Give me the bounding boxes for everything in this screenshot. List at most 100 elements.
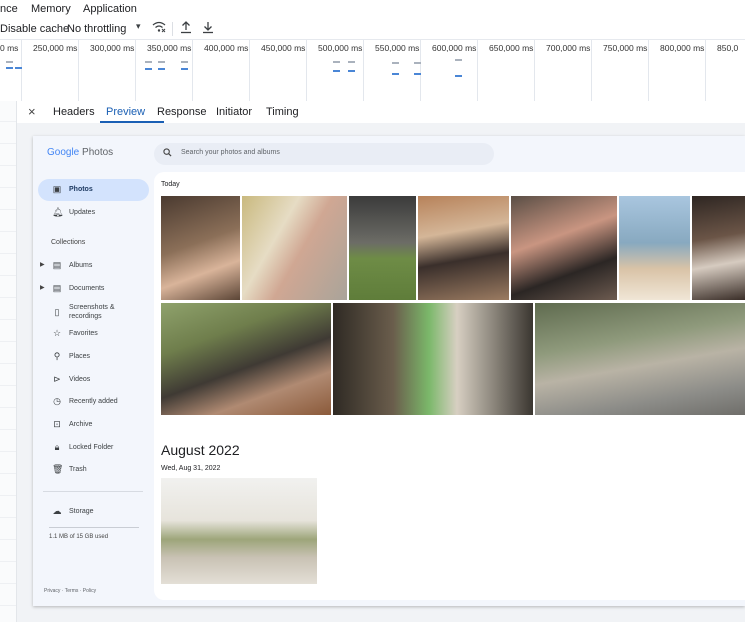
list-row-divider <box>0 517 16 518</box>
list-row-divider <box>0 143 16 144</box>
list-row-divider <box>0 495 16 496</box>
grid-line <box>192 40 193 101</box>
section-header-month: August 2022 <box>161 442 240 458</box>
sidebar-item-label: Storage <box>69 508 94 515</box>
time-tick: 0 ms <box>0 43 19 53</box>
download-icon[interactable] <box>202 20 214 37</box>
request-bar <box>414 62 421 64</box>
request-bar <box>414 73 421 75</box>
logo-google-text: Google <box>47 147 80 158</box>
sidebar-item-videos[interactable]: ⊳ Videos <box>38 369 149 391</box>
google-photos-preview: Google Photos Search your photos and alb… <box>33 136 745 606</box>
photo-thumbnail[interactable] <box>535 303 745 415</box>
request-bar <box>455 59 462 61</box>
footer-links[interactable]: Privacy · Terms · Policy <box>44 588 96 594</box>
panel-tab-performance[interactable]: nce <box>0 3 18 15</box>
sidebar-item-locked-folder[interactable]: 🔒︎ Locked Folder <box>38 437 149 459</box>
sidebar-item-photos[interactable]: ▣ Photos <box>38 179 149 201</box>
sidebar-item-trash[interactable]: 🗑︎ Trash <box>38 459 149 481</box>
sidebar-item-albums[interactable]: ▶ ▤ Albums <box>38 255 149 277</box>
sidebar-item-label: Screenshots & recordings <box>69 304 115 320</box>
sidebar-item-updates[interactable]: 🔔︎ Updates <box>38 202 149 224</box>
tab-headers[interactable]: Headers <box>53 106 95 118</box>
sidebar-item-storage[interactable]: ☁ Storage <box>38 501 149 523</box>
time-tick: 500,000 ms <box>318 43 363 53</box>
photo-thumbnail[interactable] <box>349 196 416 300</box>
throttling-select[interactable]: No throttling <box>67 23 126 35</box>
panel-tab-memory[interactable]: Memory <box>31 3 71 15</box>
time-tick: 300,000 ms <box>90 43 135 53</box>
disable-cache-checkbox[interactable]: Disable cache <box>0 23 69 35</box>
photo-thumbnail[interactable] <box>161 303 331 415</box>
network-timeline-overview[interactable]: 0 ms 250,000 ms 300,000 ms 350,000 ms 40… <box>0 40 745 102</box>
photo-icon: ▣ <box>52 184 62 194</box>
photo-thumbnail[interactable] <box>511 196 617 300</box>
sidebar-item-label: Trash <box>69 466 87 473</box>
tab-initiator[interactable]: Initiator <box>216 106 252 118</box>
grid-line <box>705 40 706 101</box>
search-bar[interactable]: Search your photos and albums <box>154 143 494 165</box>
photo-thumbnail[interactable] <box>242 196 347 300</box>
request-bar <box>348 70 355 72</box>
gp-content: Today August 2022 Wed, Aug 31, 2022 <box>154 172 745 600</box>
tab-timing[interactable]: Timing <box>266 106 299 118</box>
request-list[interactable] <box>0 101 17 622</box>
photo-thumbnail[interactable] <box>619 196 690 300</box>
list-row-divider <box>0 187 16 188</box>
request-bar <box>455 75 462 77</box>
grid-line <box>420 40 421 101</box>
chevron-right-icon[interactable]: ▶ <box>40 284 45 291</box>
sidebar-item-archive[interactable]: ⊡ Archive <box>38 414 149 436</box>
tab-response[interactable]: Response <box>157 106 207 118</box>
photo-thumbnail[interactable] <box>333 303 533 415</box>
time-tick: 400,000 ms <box>204 43 249 53</box>
list-row-divider <box>0 363 16 364</box>
sidebar-item-documents[interactable]: ▶ ▤ Documents <box>38 278 149 300</box>
photo-thumbnail[interactable] <box>161 196 240 300</box>
list-row-divider <box>0 319 16 320</box>
time-tick: 250,000 ms <box>33 43 78 53</box>
list-row-divider <box>0 165 16 166</box>
close-icon[interactable]: × <box>28 104 36 119</box>
photo-thumbnail[interactable] <box>418 196 509 300</box>
network-toolbar: Disable cache No throttling ▾ <box>0 19 745 40</box>
list-row-divider <box>0 451 16 452</box>
grid-line <box>534 40 535 101</box>
sidebar-item-label: Recently added <box>69 398 118 405</box>
panel-tab-application[interactable]: Application <box>83 3 137 15</box>
google-photos-logo[interactable]: Google Photos <box>47 147 113 158</box>
sidebar-item-favorites[interactable]: ☆ Favorites <box>38 323 149 345</box>
request-bar <box>181 61 188 63</box>
grid-line <box>21 40 22 101</box>
grid-line <box>363 40 364 101</box>
storage-meter <box>49 527 139 528</box>
cloud-icon: ☁ <box>52 506 62 516</box>
logo-photos-text: Photos <box>79 147 114 158</box>
request-bar <box>6 67 13 69</box>
time-tick: 550,000 ms <box>375 43 420 53</box>
document-icon: ▤ <box>52 283 62 293</box>
search-icon <box>163 148 172 159</box>
wifi-icon[interactable] <box>152 20 166 37</box>
sidebar-item-recently-added[interactable]: ◷ Recently added <box>38 391 149 413</box>
grid-line <box>648 40 649 101</box>
list-row-divider <box>0 429 16 430</box>
request-detail-tabs: × Headers Preview Response Initiator Tim… <box>17 101 745 124</box>
time-tick: 750,000 ms <box>603 43 648 53</box>
chevron-down-icon[interactable]: ▾ <box>136 21 141 32</box>
section-header-today: Today <box>161 181 180 188</box>
tab-preview[interactable]: Preview <box>106 106 145 118</box>
photo-thumbnail[interactable] <box>161 478 317 584</box>
list-row-divider <box>0 539 16 540</box>
time-tick: 350,000 ms <box>147 43 192 53</box>
list-row-divider <box>0 209 16 210</box>
photo-thumbnail[interactable] <box>692 196 745 300</box>
section-header-date: Wed, Aug 31, 2022 <box>161 465 221 472</box>
album-icon: ▤ <box>52 260 62 270</box>
upload-icon[interactable] <box>180 20 192 37</box>
phone-screenshot-icon: ▯ <box>54 307 60 317</box>
chevron-right-icon[interactable]: ▶ <box>40 261 45 268</box>
sidebar-item-places[interactable]: ⚲ Places <box>38 346 149 368</box>
grid-line <box>78 40 79 101</box>
request-bar <box>145 68 152 70</box>
